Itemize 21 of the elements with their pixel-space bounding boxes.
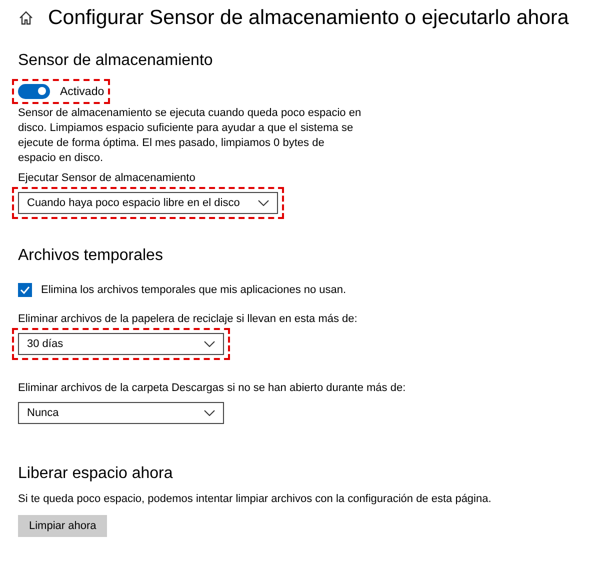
dropdown[interactable]: Nunca (18, 402, 224, 424)
dropdown[interactable]: 30 días (18, 333, 224, 355)
toggle-switch[interactable] (18, 84, 50, 99)
dropdown-label: Eliminar archivos de la papelera de reciclaje si llevan en esta más de: (18, 313, 358, 325)
page-title: Configurar Sensor de almacenamiento o ejecutarlo ahora (48, 6, 569, 30)
chevron-down-icon (204, 410, 215, 416)
chevron-down-icon (204, 341, 215, 347)
description-text: Si te queda poco espacio, podemos intentar limpiar archivos con la configuración de esta página. (18, 492, 492, 507)
home-icon[interactable] (18, 10, 34, 26)
section-heading: Sensor de almacenamiento (18, 52, 214, 70)
dropdown-label: Eliminar archivos de la carpeta Descargas si no se han abierto durante más de: (18, 382, 407, 394)
section-heading: Archivos temporales (18, 247, 164, 265)
description-text: Sensor de almacenamiento se ejecuta cuando queda poco espacio en disco. Limpiamos espacio suficiente para ayudar a que el sistema se ejecute de forma óptima. El mes pasado, limpiamos 0 bytes de espacio en disco. (18, 106, 362, 166)
dropdown-label: Ejecutar Sensor de almacenamiento (18, 172, 196, 184)
clean-now-button[interactable]: Limpiar ahora (18, 515, 108, 537)
chevron-down-icon (258, 200, 269, 206)
section-heading: Liberar espacio ahora (18, 465, 174, 483)
checkbox[interactable] (18, 283, 32, 297)
checkbox-label: Elimina los archivos temporales que mis aplicaciones no usan. (41, 284, 346, 296)
dropdown[interactable]: Cuando haya poco espacio libre en el disco (18, 192, 278, 214)
toggle-label: Activado (60, 86, 104, 98)
